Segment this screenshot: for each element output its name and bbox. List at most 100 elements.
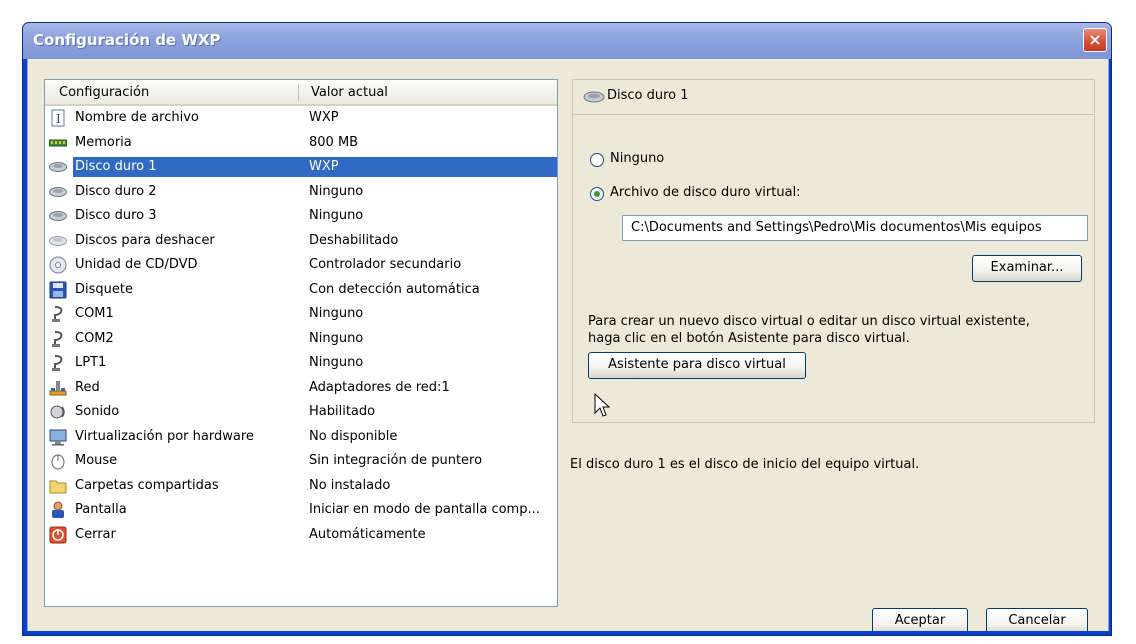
- row-value: No instalado: [309, 477, 391, 493]
- boot-disk-note: El disco duro 1 es el disco de inicio de…: [570, 457, 920, 472]
- row-value: Ninguno: [309, 208, 364, 223]
- row-label: Red: [75, 379, 100, 395]
- list-header: Configuración Valor actual: [45, 80, 557, 106]
- row-label: Virtualización por hardware: [75, 428, 254, 444]
- row-value: Habilitado: [309, 404, 376, 419]
- row-value: Ninguno: [309, 330, 364, 346]
- network-icon: [49, 380, 67, 395]
- row-value: 800 MB: [309, 134, 359, 150]
- row-label: Sonido: [75, 404, 120, 419]
- list-row[interactable]: LPT1 Ninguno: [45, 351, 557, 375]
- list-row[interactable]: Disquete Con detección automática: [45, 278, 557, 302]
- list-row[interactable]: Disco duro 2 Ninguno: [45, 180, 557, 204]
- settings-window: Configuración de WXP × Configuración Val…: [22, 22, 1112, 636]
- radio-none[interactable]: [590, 153, 604, 167]
- cd-dvd-icon: [49, 256, 67, 274]
- radio-virtual-disk-label[interactable]: Archivo de disco duro virtual:: [610, 185, 801, 200]
- close-button[interactable]: ×: [1083, 28, 1107, 52]
- group-title: Disco duro 1: [607, 88, 689, 103]
- row-value: Deshabilitado: [309, 232, 399, 248]
- desktop-background: [0, 0, 1136, 10]
- settings-list[interactable]: Configuración Valor actual I Nombre de ar…: [44, 79, 558, 607]
- list-row[interactable]: Mouse Sin integración de puntero: [45, 449, 557, 473]
- row-value: Sin integración de puntero: [309, 453, 483, 468]
- row-label: Nombre de archivo: [75, 110, 199, 125]
- column-separator[interactable]: [298, 84, 299, 101]
- row-value: Controlador secundario: [309, 257, 462, 272]
- group-header: Disco duro 1: [573, 80, 1094, 115]
- row-label: Discos para deshacer: [75, 232, 215, 248]
- hard-disk-icon: [49, 211, 67, 221]
- row-value: Ninguno: [309, 306, 364, 321]
- list-row[interactable]: Disco duro 1 WXP: [45, 155, 557, 179]
- serial-port-icon: [52, 355, 63, 371]
- radio-virtual-disk[interactable]: [590, 187, 604, 201]
- window-bottom-border: [23, 631, 1111, 635]
- row-label: Disquete: [75, 281, 133, 297]
- row-value: WXP: [299, 157, 557, 177]
- row-value: WXP: [309, 110, 339, 125]
- row-label: Disco duro 2: [75, 183, 157, 199]
- sound-icon: [50, 405, 65, 419]
- title-bar[interactable]: Configuración de WXP ×: [23, 23, 1111, 59]
- virtual-disk-path-input[interactable]: C:\Documents and Settings\Pedro\Mis docu…: [622, 215, 1088, 241]
- wizard-info-line-1: Para crear un nuevo disco virtual o edit…: [588, 314, 1030, 329]
- row-value: No disponible: [309, 428, 398, 444]
- svg-text:I: I: [56, 112, 61, 126]
- list-row[interactable]: Red Adaptadores de red:1: [45, 376, 557, 400]
- undo-disk-icon: [49, 235, 67, 246]
- list-row[interactable]: Disco duro 3 Ninguno: [45, 204, 557, 228]
- row-label: Unidad de CD/DVD: [75, 257, 198, 272]
- row-label: Disco duro 1: [73, 157, 299, 177]
- radio-selected-dot: [594, 191, 600, 197]
- list-row[interactable]: COM2 Ninguno: [45, 327, 557, 351]
- row-value: Ninguno: [309, 355, 364, 370]
- list-row[interactable]: Discos para deshacer Deshabilitado: [45, 229, 557, 253]
- list-row[interactable]: Virtualización por hardware No disponible: [45, 425, 557, 449]
- browse-button[interactable]: Examinar...: [972, 255, 1082, 282]
- virtual-disk-wizard-button[interactable]: Asistente para disco virtual: [588, 352, 806, 379]
- serial-port-icon: [52, 306, 63, 322]
- row-label: COM1: [75, 306, 114, 321]
- row-label: Carpetas compartidas: [75, 477, 219, 493]
- row-label: COM2: [75, 330, 114, 346]
- row-label: Memoria: [75, 134, 132, 150]
- hard-disk-icon: [49, 186, 67, 197]
- row-value: Con detección automática: [309, 281, 480, 297]
- hard-disk-icon: [583, 91, 605, 103]
- display-icon: [52, 501, 64, 518]
- row-label: Disco duro 3: [75, 208, 157, 223]
- column-header-value[interactable]: Valor actual: [311, 85, 388, 100]
- list-row[interactable]: Cerrar Automáticamente: [45, 523, 557, 547]
- row-label: Cerrar: [75, 526, 116, 542]
- serial-port-icon: [52, 330, 63, 347]
- window-title: Configuración de WXP: [33, 31, 221, 49]
- virtualization-icon: [49, 429, 67, 445]
- row-label: LPT1: [75, 355, 107, 370]
- list-row[interactable]: Pantalla Iniciar en modo de pantalla comp…: [45, 498, 557, 522]
- close-power-icon: [49, 526, 67, 543]
- mouse-icon: [51, 454, 65, 470]
- radio-none-label[interactable]: Ninguno: [610, 151, 664, 166]
- list-row[interactable]: Unidad de CD/DVD Controlador secundario: [45, 253, 557, 277]
- mouse-cursor-icon: [594, 393, 610, 417]
- floppy-icon: [49, 281, 67, 298]
- list-row[interactable]: Carpetas compartidas No instalado: [45, 474, 557, 498]
- row-value: Automáticamente: [309, 526, 426, 542]
- list-row[interactable]: Sonido Habilitado: [45, 400, 557, 424]
- row-label: Pantalla: [75, 502, 127, 517]
- memory-icon: [49, 139, 67, 146]
- row-value: Adaptadores de red:1: [309, 379, 450, 395]
- list-row[interactable]: COM1 Ninguno: [45, 302, 557, 326]
- dialog-body: Configuración Valor actual I Nombre de ar…: [27, 59, 1109, 635]
- row-value: Iniciar en modo de pantalla comp...: [309, 502, 540, 517]
- row-value: Ninguno: [309, 183, 364, 199]
- folder-icon: [49, 480, 67, 493]
- row-label: Mouse: [75, 453, 118, 468]
- column-header-setting[interactable]: Configuración: [59, 85, 149, 100]
- file-name-icon: I: [51, 109, 65, 127]
- list-row[interactable]: I Nombre de archivo WXP: [45, 106, 557, 130]
- wizard-info-text: Para crear un nuevo disco virtual o edit…: [588, 313, 1088, 347]
- wizard-info-line-2: haga clic en el botón Asistente para dis…: [588, 331, 910, 346]
- list-row[interactable]: Memoria 800 MB: [45, 131, 557, 155]
